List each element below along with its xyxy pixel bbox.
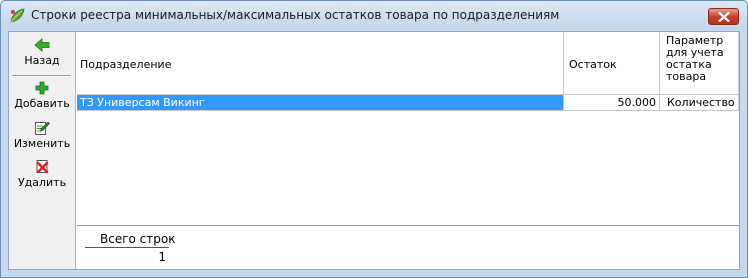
- edit-document-icon: [35, 121, 50, 135]
- close-button[interactable]: [708, 8, 739, 25]
- title-bar: Строки реестра минимальных/максимальных …: [1, 1, 747, 29]
- column-header-division[interactable]: Подразделение: [77, 32, 564, 95]
- toolbar-separator: [12, 75, 71, 77]
- grid-footer: Всего строк 1: [77, 226, 739, 269]
- add-label: Добавить: [14, 97, 70, 110]
- edit-button[interactable]: Изменить: [9, 120, 75, 150]
- window: Строки реестра минимальных/максимальных …: [0, 0, 748, 278]
- toolbar: Назад Добавить Изменить Удалить: [9, 32, 76, 269]
- back-button[interactable]: Назад: [9, 38, 75, 67]
- data-grid: Подразделение Остаток Параметр для учета…: [77, 32, 739, 226]
- app-leaf-icon: [9, 8, 25, 24]
- cell-balance: 50.000: [564, 95, 660, 111]
- close-icon: [718, 12, 730, 22]
- total-rows-value: 1: [158, 250, 166, 264]
- total-divider: [85, 247, 169, 248]
- column-header-parameter[interactable]: Параметр для учета остатка товара: [660, 32, 739, 95]
- edit-label: Изменить: [13, 137, 71, 150]
- plus-icon: [35, 81, 49, 95]
- arrow-left-icon: [34, 38, 50, 52]
- add-button[interactable]: Добавить: [9, 81, 75, 110]
- column-header-label: Остаток: [569, 58, 617, 71]
- column-header-label: Подразделение: [80, 58, 172, 71]
- delete-button[interactable]: Удалить: [9, 159, 75, 189]
- cell-parameter: Количество: [660, 95, 739, 111]
- table-row[interactable]: ТЗ Универсам Викинг 50.000 Количество: [77, 95, 739, 111]
- cell-division: ТЗ Универсам Викинг: [77, 95, 564, 111]
- delete-document-icon: [36, 160, 48, 174]
- column-header-balance[interactable]: Остаток: [564, 32, 660, 95]
- delete-label: Удалить: [17, 176, 67, 189]
- client-area: Назад Добавить Изменить Удалить Подразде…: [8, 31, 740, 270]
- column-header-label: Параметр для учета остатка товара: [666, 34, 724, 83]
- window-title: Строки реестра минимальных/максимальных …: [31, 8, 560, 22]
- back-label: Назад: [24, 54, 60, 67]
- total-rows-label: Всего строк: [100, 232, 176, 246]
